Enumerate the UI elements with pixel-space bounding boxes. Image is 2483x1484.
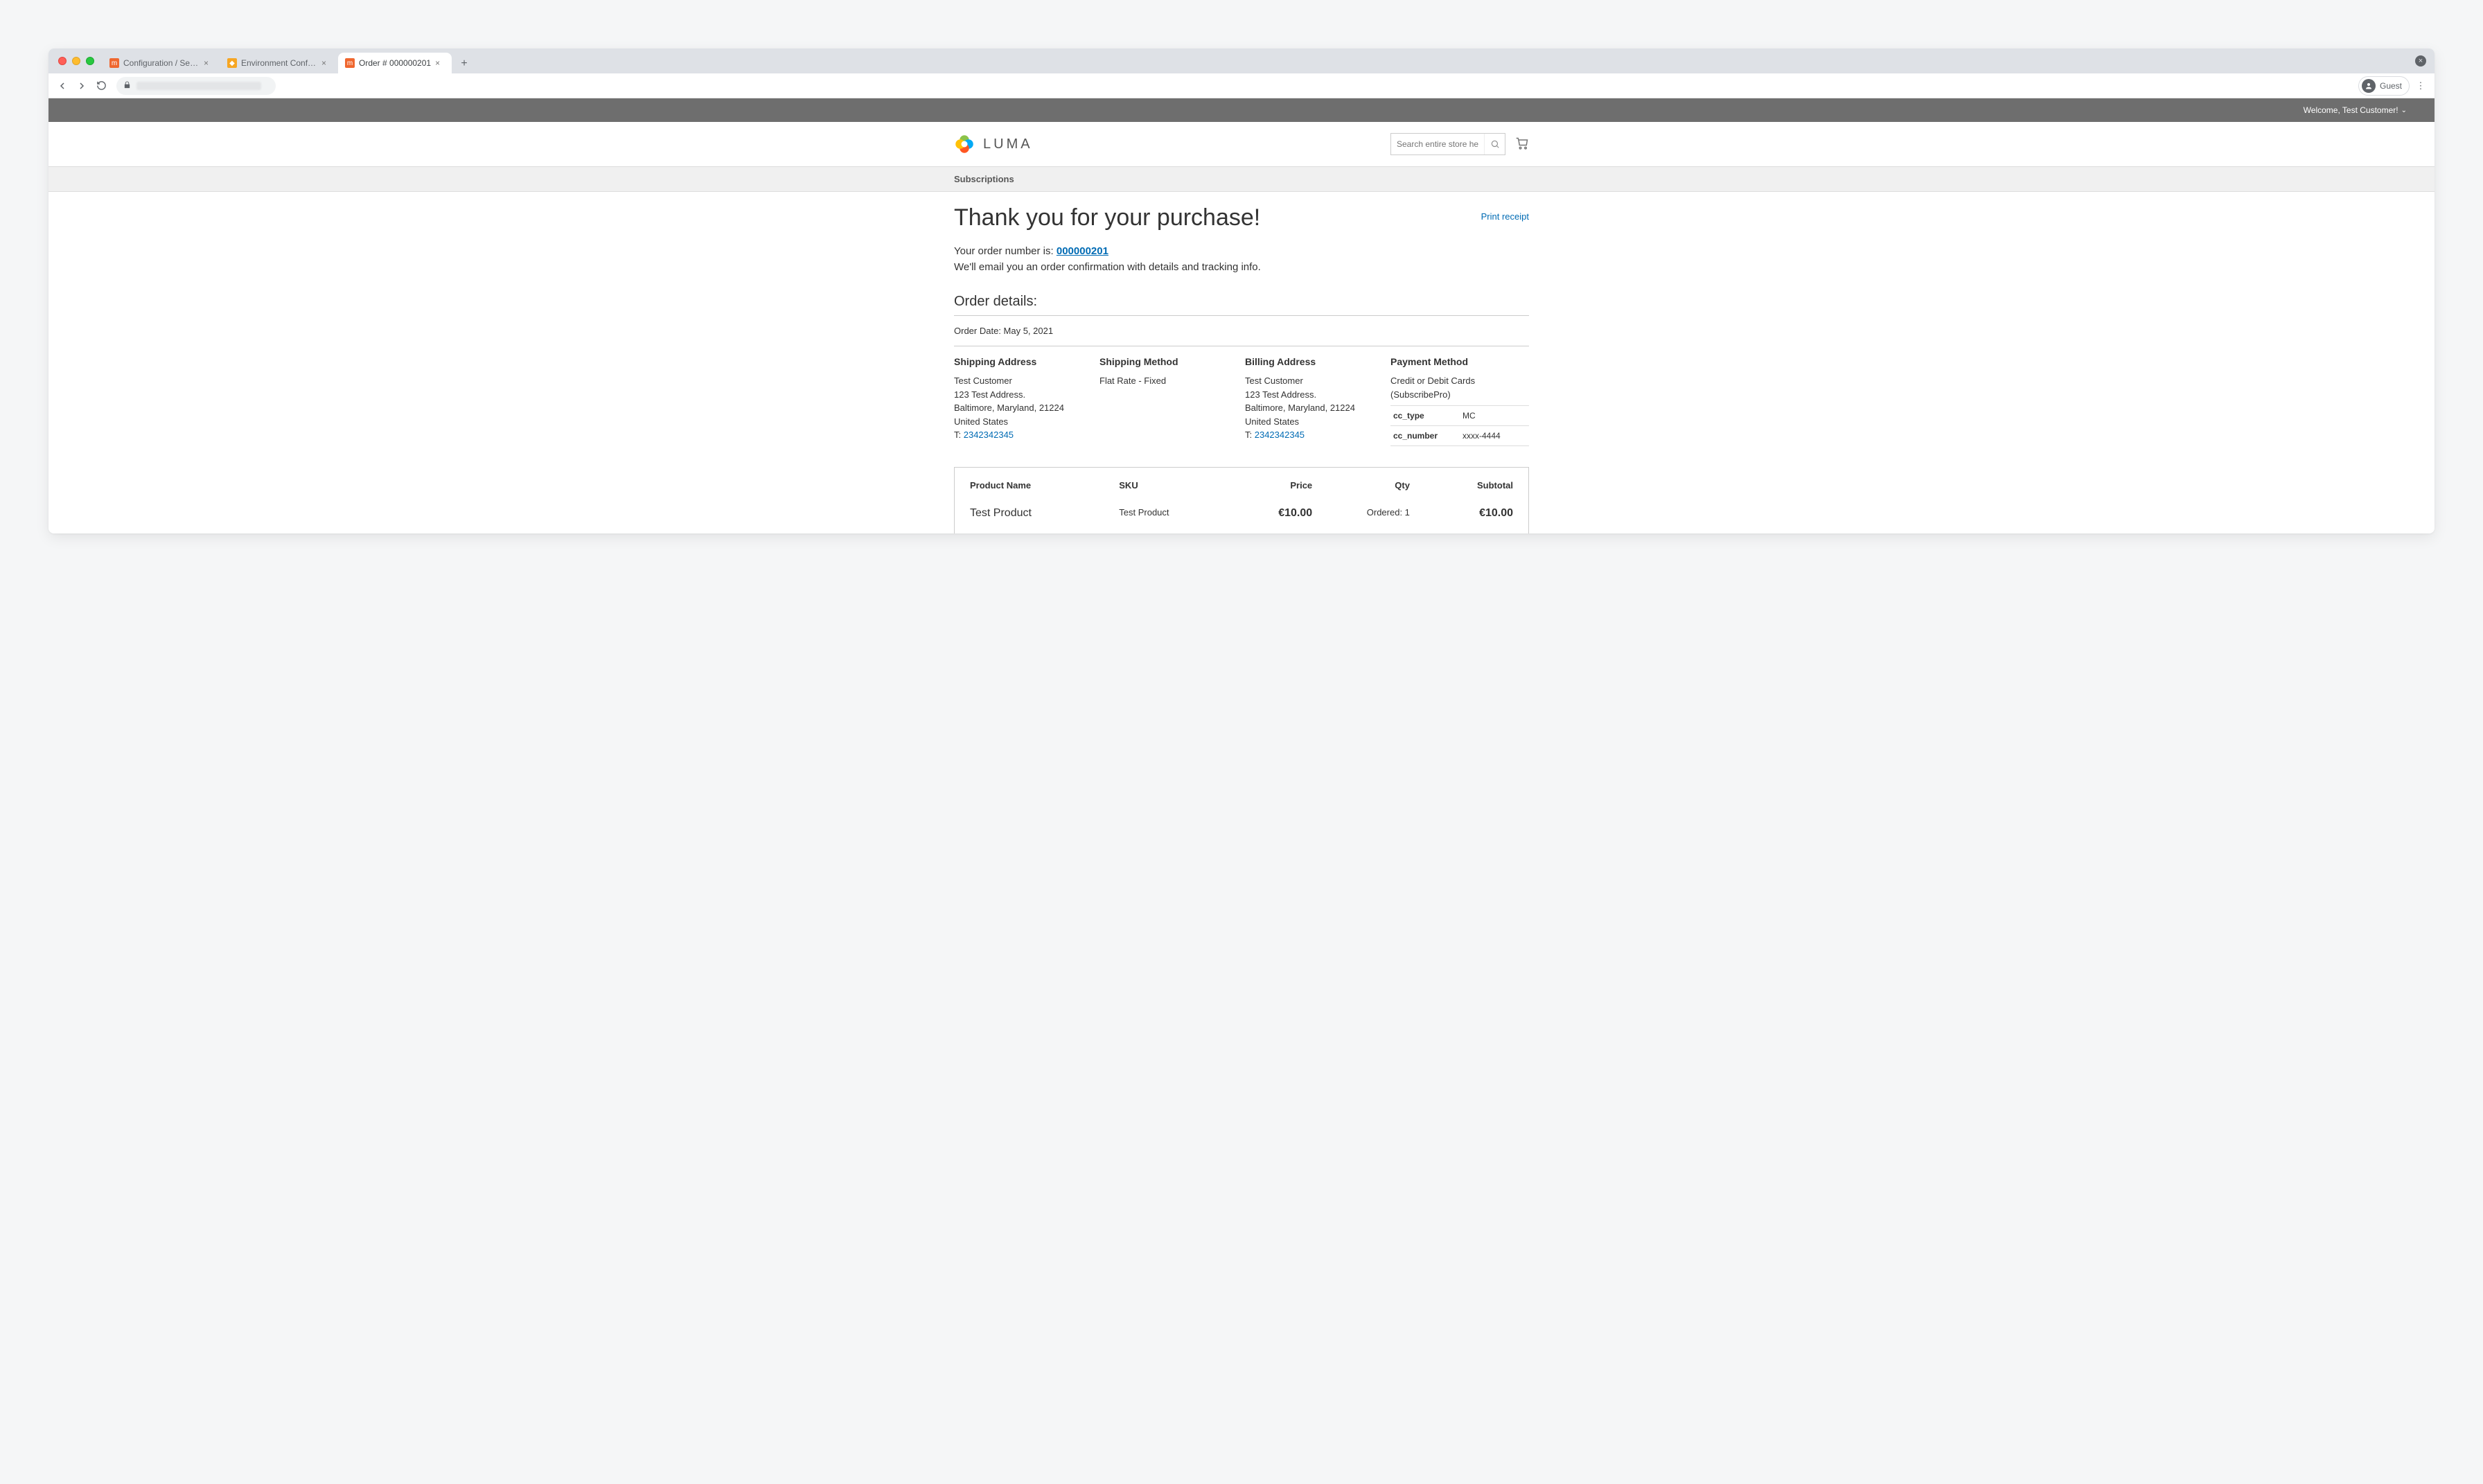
order-date: Order Date: May 5, 2021 — [954, 326, 1529, 346]
col-qty: Qty — [1327, 468, 1425, 500]
pm-key: cc_number — [1390, 426, 1460, 446]
close-tab-icon[interactable]: × — [321, 58, 331, 68]
table-row: cc_type MC — [1390, 406, 1529, 426]
tab-title: Environment Configuration for — [241, 58, 317, 68]
search-box — [1390, 133, 1505, 155]
table-header-row: Product Name SKU Price Qty Subtotal — [955, 468, 1528, 500]
table-row: cc_number xxxx-4444 — [1390, 426, 1529, 446]
shipping-address-heading: Shipping Address — [954, 356, 1093, 367]
address-name: Test Customer — [954, 374, 1093, 388]
item-sku: Test Product — [1104, 500, 1230, 533]
tab-config-settings[interactable]: m Configuration / Settings / Store × — [103, 53, 220, 73]
payment-method-heading: Payment Method — [1390, 356, 1529, 367]
address-city: Baltimore, Maryland, 21224 — [1245, 401, 1384, 415]
new-tab-button[interactable]: + — [454, 54, 474, 73]
shipping-method-heading: Shipping Method — [1099, 356, 1238, 367]
billing-address-block: Billing Address Test Customer 123 Test A… — [1245, 356, 1384, 446]
back-button[interactable] — [54, 78, 71, 94]
lock-icon — [123, 81, 131, 91]
payment-method-block: Payment Method Credit or Debit Cards (Su… — [1390, 356, 1529, 446]
profile-button[interactable]: Guest — [2358, 76, 2410, 96]
payment-details-table: cc_type MC cc_number xxxx-4444 — [1390, 405, 1529, 446]
close-tab-icon[interactable]: × — [435, 58, 445, 68]
chevron-down-icon: ⌄ — [2401, 107, 2407, 114]
tab-title: Configuration / Settings / Store — [123, 58, 200, 68]
item-qty: Ordered: 1 — [1327, 500, 1425, 533]
order-items-table: Product Name SKU Price Qty Subtotal Test… — [955, 468, 1528, 533]
order-details-heading: Order details: — [954, 294, 1529, 316]
tab-strip: m Configuration / Settings / Store × ◆ E… — [48, 48, 2435, 73]
order-items-box: Product Name SKU Price Qty Subtotal Test… — [954, 467, 1529, 533]
forward-button[interactable] — [73, 78, 90, 94]
logo-text: LUMA — [983, 136, 1033, 152]
welcome-text: Welcome, Test Customer! — [2304, 105, 2398, 115]
col-subtotal: Subtotal — [1425, 468, 1528, 500]
close-window-icon[interactable] — [58, 57, 67, 65]
col-sku: SKU — [1104, 468, 1230, 500]
address-street: 123 Test Address. — [1245, 388, 1384, 402]
maximize-window-icon[interactable] — [86, 57, 94, 65]
tabs: m Configuration / Settings / Store × ◆ E… — [103, 48, 474, 73]
email-note: We'll email you an order confirmation wi… — [954, 261, 1529, 273]
item-name: Test Product — [955, 500, 1104, 533]
address-bar[interactable] — [116, 77, 276, 95]
close-tab-icon[interactable]: × — [204, 58, 213, 68]
tab-order[interactable]: m Order # 000000201 × — [338, 53, 452, 73]
minimize-window-icon[interactable] — [72, 57, 80, 65]
page-title: Thank you for your purchase! — [954, 204, 1260, 231]
platform-favicon-icon: ◆ — [227, 58, 237, 68]
order-number-line: Your order number is: 000000201 — [954, 245, 1529, 257]
shipping-address-block: Shipping Address Test Customer 123 Test … — [954, 356, 1093, 446]
browser-window: m Configuration / Settings / Store × ◆ E… — [48, 48, 2435, 533]
luma-logo-icon — [954, 134, 975, 154]
search-input[interactable] — [1391, 139, 1484, 149]
page-viewport[interactable]: Welcome, Test Customer! ⌄ — [48, 98, 2435, 533]
browser-toolbar: Guest ⋮ — [48, 73, 2435, 98]
avatar-icon — [2362, 79, 2376, 93]
window-controls — [54, 48, 100, 73]
shipping-method-value: Flat Rate - Fixed — [1099, 374, 1238, 388]
profile-label: Guest — [2380, 81, 2402, 91]
shipping-tel-link[interactable]: 2342342345 — [964, 430, 1014, 440]
address-city: Baltimore, Maryland, 21224 — [954, 401, 1093, 415]
nav-subscriptions[interactable]: Subscriptions — [954, 174, 1014, 184]
dismiss-icon[interactable]: × — [2415, 55, 2426, 67]
order-number-prefix: Your order number is: — [954, 245, 1057, 257]
address-name: Test Customer — [1245, 374, 1384, 388]
billing-tel-link[interactable]: 2342342345 — [1255, 430, 1305, 440]
col-price: Price — [1230, 468, 1327, 500]
magento-favicon-icon: m — [109, 58, 119, 68]
tab-env-config[interactable]: ◆ Environment Configuration for × — [220, 53, 338, 73]
order-number-link[interactable]: 000000201 — [1057, 245, 1108, 257]
table-row: Test Product Test Product €10.00 Ordered… — [955, 500, 1528, 533]
url-text — [136, 82, 261, 90]
item-price: €10.00 — [1230, 500, 1327, 533]
search-button[interactable] — [1484, 134, 1505, 154]
store-logo[interactable]: LUMA — [954, 134, 1033, 154]
tab-title: Order # 000000201 — [359, 58, 431, 68]
category-nav: Subscriptions — [48, 166, 2435, 192]
pm-key: cc_type — [1390, 406, 1460, 426]
col-product-name: Product Name — [955, 468, 1104, 500]
cart-button[interactable] — [1515, 136, 1529, 152]
order-info-grid: Shipping Address Test Customer 123 Test … — [954, 356, 1529, 446]
print-receipt-link[interactable]: Print receipt — [1481, 211, 1529, 222]
store-topbar: Welcome, Test Customer! ⌄ — [48, 98, 2435, 122]
pm-val: MC — [1460, 406, 1529, 426]
store-header: LUMA — [48, 122, 2435, 166]
item-subtotal: €10.00 — [1425, 500, 1528, 533]
address-country: United States — [954, 415, 1093, 429]
payment-method-value: Credit or Debit Cards (SubscribePro) — [1390, 374, 1529, 401]
pm-val: xxxx-4444 — [1460, 426, 1529, 446]
shipping-method-block: Shipping Method Flat Rate - Fixed — [1099, 356, 1238, 446]
address-country: United States — [1245, 415, 1384, 429]
page-main: Thank you for your purchase! Print recei… — [954, 192, 1529, 533]
welcome-menu[interactable]: Welcome, Test Customer! ⌄ — [2304, 105, 2407, 115]
magento-favicon-icon: m — [345, 58, 355, 68]
billing-address-heading: Billing Address — [1245, 356, 1384, 367]
reload-button[interactable] — [93, 78, 109, 94]
address-street: 123 Test Address. — [954, 388, 1093, 402]
browser-menu-button[interactable]: ⋮ — [2412, 78, 2429, 94]
